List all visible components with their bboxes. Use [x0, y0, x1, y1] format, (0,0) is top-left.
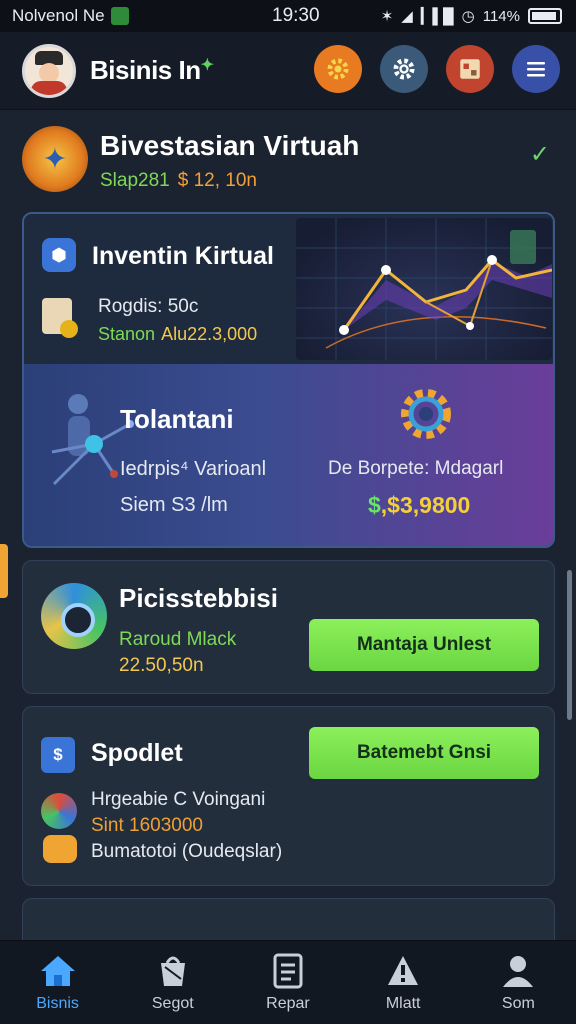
menu-icon: [527, 62, 545, 77]
status-right: ✶ ◢ ▎▌█ ◷ 114%: [381, 7, 562, 25]
nav-label: Bisnis: [36, 995, 79, 1012]
dollar-symbol: $: [368, 492, 381, 518]
battery-percent: 114%: [482, 7, 520, 25]
investment-card[interactable]: ⬢ Inventin Kirtual Rogdis: 50c Stanon Alu…: [22, 212, 555, 548]
tolantani-amount-value: ,$3,9800: [380, 492, 471, 518]
investment-status-label: Stanon: [98, 324, 156, 344]
nav-item-segot[interactable]: Segot: [115, 941, 230, 1024]
section-title: Bivestasian Virtuah: [100, 130, 360, 161]
investment-card-top: ⬢ Inventin Kirtual Rogdis: 50c Stanon Alu…: [24, 214, 553, 364]
investment-section-header[interactable]: ✦ Bivestasian Virtuah Slap281 $ 12, 10n ✓: [22, 124, 552, 200]
section-sub-amount: $ 12, 10n: [177, 170, 257, 191]
status-left: Nolvenol Ne: [12, 6, 129, 26]
tolantani-amount: $,$3,9800: [368, 492, 470, 519]
search-gear-icon: [41, 583, 107, 649]
nav-item-som[interactable]: Som: [461, 941, 576, 1024]
bluetooth-icon: ✶: [380, 8, 394, 25]
tolantani-left-line1: Iedrpis⁴ Varioanl: [120, 458, 267, 480]
picks-card[interactable]: Picisstebbisi Raroud Mlack 22.50,50n Man…: [22, 560, 555, 694]
app-notification-icon: [110, 7, 129, 25]
spodlet-line3: Bumatotoi (Oudeqslar): [91, 841, 283, 862]
tolantani-title: Tolantani: [120, 404, 234, 434]
status-carrier-text: Nolvenol Ne: [12, 6, 105, 25]
dollar-doc-icon: $: [41, 737, 75, 773]
gear-button[interactable]: [314, 45, 362, 93]
bag-icon: [160, 956, 185, 986]
picks-card-line2: 22.50,50n: [119, 655, 204, 676]
compass-icon: ✦: [22, 126, 88, 192]
spodlet-action-button[interactable]: Batemebt Gnsi: [309, 727, 539, 779]
nav-label: Mlatt: [385, 995, 421, 1012]
spodlet-card-title: Spodlet: [91, 739, 183, 767]
avatar[interactable]: [22, 43, 76, 98]
spodlet-card[interactable]: $ Spodlet Batemebt Gnsi Hrgeabie C Voing…: [22, 706, 555, 886]
header-actions: [314, 45, 560, 93]
clipboard-coin-icon: [42, 298, 78, 338]
app-title: Bisinis In✦: [90, 55, 214, 86]
investment-card-line1: Rogdis: 50c: [98, 296, 199, 317]
alert-icon: [388, 956, 419, 985]
nav-item-bisnis[interactable]: Bisnis: [0, 941, 115, 1024]
nav-item-repar[interactable]: Repar: [230, 941, 345, 1024]
investment-status-value: Alu22.3,000: [161, 324, 258, 344]
sparkle-icon: ✦: [200, 57, 214, 74]
user-icon: [503, 956, 534, 987]
status-time: 19:30: [272, 5, 320, 26]
home-icon: [40, 956, 75, 986]
picks-action-button[interactable]: Mantaja Unlest: [309, 619, 539, 671]
gear-icon: [327, 58, 349, 80]
spodlet-line1: Hrgeabie C Voingani: [91, 789, 266, 810]
puzzle-icon: [43, 835, 77, 863]
settings-icon: [393, 58, 415, 80]
settings-button[interactable]: [380, 45, 428, 93]
investment-card-title: Inventin Kirtual: [92, 242, 274, 270]
spodlet-line2: Sint 1603000: [91, 815, 203, 836]
chevron-down-icon[interactable]: ✓: [530, 140, 550, 169]
section-subtitle: Slap281 $ 12, 10n: [100, 170, 257, 192]
wifi-icon: ◢: [401, 8, 413, 25]
chrome-like-icon: [41, 793, 77, 829]
nav-label: Repar: [266, 995, 310, 1012]
side-drawer-handle[interactable]: [0, 544, 8, 598]
tolantani-panel: Tolantani Iedrpis⁴ Varioanl Siem S3 /lm …: [24, 364, 553, 546]
alarm-icon: ◷: [461, 8, 475, 25]
section-sub-green: Slap281: [100, 170, 170, 191]
nav-label: Som: [501, 995, 535, 1012]
app-header: Bisinis In✦: [0, 32, 576, 110]
investment-card-line2: Stanon Alu22.3,000: [98, 324, 257, 345]
scrollbar[interactable]: [567, 570, 572, 720]
investment-chart: [296, 218, 552, 360]
gear-icon: [401, 389, 451, 439]
profile-card-button[interactable]: [446, 45, 494, 93]
profile-card-icon: [460, 59, 480, 79]
picks-card-line1: Raroud Mlack: [119, 629, 237, 650]
nav-item-mlatt[interactable]: Mlatt: [346, 941, 461, 1024]
shield-icon: ⬢: [42, 238, 76, 272]
bottom-nav: Bisnis Segot Repar Mlatt Som: [0, 940, 576, 1024]
app-title-text: Bisinis In: [90, 55, 201, 85]
nav-label: Segot: [151, 995, 194, 1012]
menu-button[interactable]: [512, 45, 560, 93]
document-icon: [273, 953, 303, 989]
tolantani-left-line2: Siem S3 /lm: [120, 494, 228, 516]
picks-card-title: Picisstebbisi: [119, 583, 278, 613]
status-bar: Nolvenol Ne 19:30 ✶ ◢ ▎▌█ ◷ 114%: [0, 0, 576, 32]
tolantani-right-line1: De Borpete: Mdagarl: [328, 458, 504, 479]
signal-icon: ▎▌█: [420, 8, 454, 25]
battery-icon: [528, 8, 562, 24]
